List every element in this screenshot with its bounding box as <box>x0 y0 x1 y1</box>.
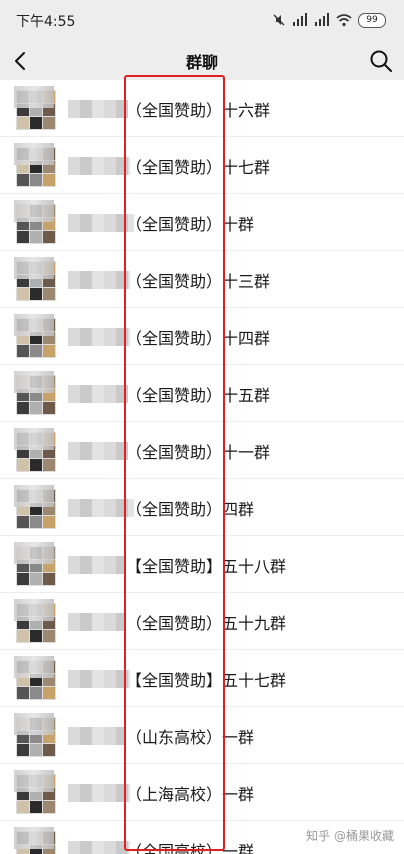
group-row[interactable]: （全国赞助）十一群 <box>0 422 404 479</box>
signal-icon <box>293 13 307 26</box>
group-row[interactable]: （全国赞助）十七群 <box>0 137 404 194</box>
watermark: 知乎 @桶果收藏 <box>306 829 394 843</box>
name-blur <box>68 442 128 460</box>
avatar-blur <box>14 428 54 450</box>
avatar-blur <box>14 314 54 336</box>
group-chat-list[interactable]: （全国赞助）十六群 （全国赞助）十七群 （全国赞助）十群 （全国赞助）十三群 （全国赞助… <box>0 80 404 854</box>
group-name: （全国赞助）十七群 <box>126 158 271 177</box>
wifi-icon <box>336 14 352 27</box>
group-row[interactable]: （全国赞助）四群 <box>0 479 404 536</box>
group-name: 【全国赞助】五十八群 <box>126 557 287 576</box>
name-blur <box>68 157 130 175</box>
name-blur <box>68 214 134 232</box>
page-title: 群聊 <box>185 53 218 72</box>
avatar-blur <box>14 143 54 165</box>
group-name: （全国赞助）十五群 <box>126 386 271 405</box>
name-blur <box>68 556 124 574</box>
name-blur <box>68 784 130 802</box>
name-blur <box>68 670 130 688</box>
battery-indicator: 99 <box>358 12 386 28</box>
name-blur <box>68 271 130 289</box>
avatar-blur <box>14 371 54 393</box>
group-name: （全国高校）一群 <box>126 842 255 854</box>
name-blur <box>68 727 126 745</box>
group-name: （上海高校）一群 <box>126 785 255 804</box>
avatar-blur <box>14 827 54 849</box>
group-row[interactable]: 【全国赞助】五十七群 <box>0 650 404 707</box>
group-name: （全国赞助）十六群 <box>126 101 271 120</box>
name-blur <box>68 100 128 118</box>
mute-icon <box>273 14 285 26</box>
avatar-blur <box>14 599 54 621</box>
group-name: （全国赞助）四群 <box>126 500 255 519</box>
group-row[interactable]: （全国赞助）十六群 <box>0 80 404 137</box>
avatar-blur <box>14 542 54 564</box>
group-name: （全国赞助）五十九群 <box>126 614 287 633</box>
name-blur <box>68 328 130 346</box>
name-blur <box>68 385 128 403</box>
signal-icon <box>315 13 329 26</box>
group-row[interactable]: 【全国赞助】五十八群 <box>0 536 404 593</box>
search-icon[interactable] <box>368 48 394 74</box>
group-name: 【全国赞助】五十七群 <box>126 671 287 690</box>
group-name: （全国赞助）十群 <box>126 215 255 234</box>
group-row[interactable]: （山东高校）一群 <box>0 707 404 764</box>
avatar-blur <box>14 713 54 735</box>
avatar-blur <box>14 257 54 279</box>
group-name: （全国赞助）十一群 <box>126 443 271 462</box>
avatar-blur <box>14 485 54 507</box>
nav-bar: 群聊 <box>0 40 404 80</box>
avatar-blur <box>14 656 54 678</box>
group-row[interactable]: （全国赞助）十五群 <box>0 365 404 422</box>
group-name: （山东高校）一群 <box>126 728 255 747</box>
name-blur <box>68 613 124 631</box>
avatar-blur <box>14 200 54 222</box>
group-row[interactable]: （全国赞助）五十九群 <box>0 593 404 650</box>
avatar-blur <box>14 86 54 108</box>
avatar-blur <box>14 770 54 792</box>
status-time: 下午4:55 <box>16 14 76 30</box>
group-name: （全国赞助）十四群 <box>126 329 271 348</box>
name-blur <box>68 841 130 854</box>
status-bar: 下午4:55 99 <box>0 0 404 40</box>
group-row[interactable]: （全国赞助）十群 <box>0 194 404 251</box>
group-row[interactable]: （全国赞助）十四群 <box>0 308 404 365</box>
group-row[interactable]: （全国赞助）十三群 <box>0 251 404 308</box>
status-icons: 99 <box>272 10 386 30</box>
group-name: （全国赞助）十三群 <box>126 272 271 291</box>
group-row[interactable]: （上海高校）一群 <box>0 764 404 821</box>
name-blur <box>68 499 134 517</box>
